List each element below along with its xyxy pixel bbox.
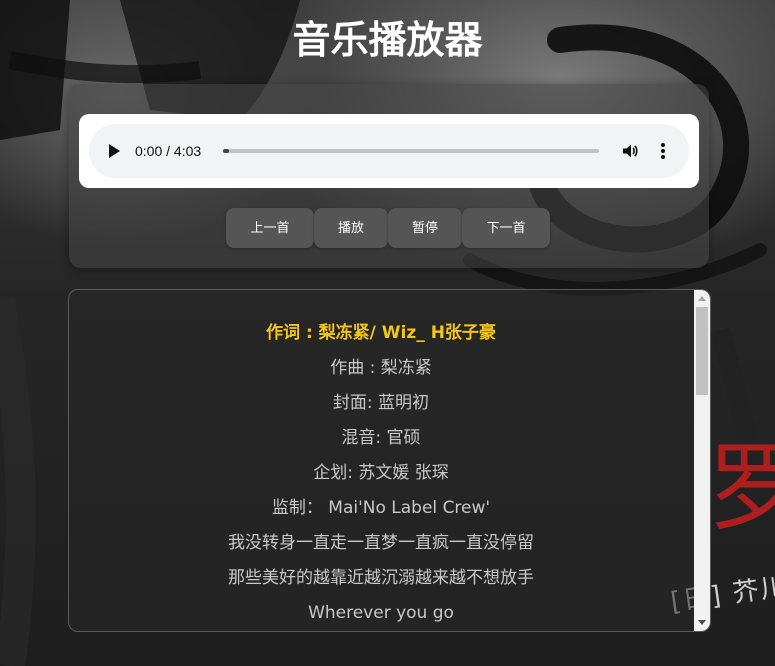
time-display: 0:00 / 4:03 (135, 143, 202, 159)
lyric-line[interactable]: 企划: 苏文媛 张琛 (69, 456, 693, 491)
play-button[interactable]: 播放 (314, 208, 388, 248)
scroll-up-icon[interactable] (698, 296, 706, 301)
lyrics-scrollbar[interactable] (694, 290, 710, 631)
lyric-line[interactable]: Wherever you go (69, 596, 693, 631)
lyric-line[interactable]: 那些美好的越靠近越沉溺越来越不想放手 (69, 561, 693, 596)
lyrics-panel[interactable]: 作词 : 梨冻紧/ Wiz_ H张子豪 作曲 : 梨冻紧 封面: 蓝明初 混音:… (68, 289, 711, 632)
previous-track-button[interactable]: 上一首 (226, 208, 314, 248)
scroll-down-icon[interactable] (698, 620, 706, 625)
pause-button[interactable]: 暂停 (388, 208, 462, 248)
lyric-line[interactable]: 我没转身一直走一直梦一直疯一直没停留 (69, 526, 693, 561)
lyric-line[interactable]: 监制： Mai'No Label Crew' (69, 491, 693, 526)
lyric-line[interactable]: 封面: 蓝明初 (69, 386, 693, 421)
page-title: 音乐播放器 (292, 18, 483, 62)
scrollbar-thumb[interactable] (696, 307, 708, 395)
playback-controls: 上一首 播放 暂停 下一首 (226, 208, 550, 248)
lyric-line[interactable]: 混音: 官硕 (69, 421, 693, 456)
volume-icon[interactable] (621, 142, 639, 160)
audio-controls-bar: 0:00 / 4:03 (89, 124, 689, 178)
progress-fill (223, 149, 229, 153)
progress-slider[interactable] (223, 149, 599, 153)
audio-player: 0:00 / 4:03 (79, 114, 699, 188)
background-red-glyph: 罗 (708, 432, 775, 544)
play-icon[interactable] (109, 144, 120, 158)
player-panel: 0:00 / 4:03 上一首 播放 暂停 下一首 (69, 84, 709, 268)
lyric-line[interactable]: 作词 : 梨冻紧/ Wiz_ H张子豪 (69, 316, 693, 351)
more-options-icon[interactable] (659, 142, 667, 160)
lyrics-list: 作词 : 梨冻紧/ Wiz_ H张子豪 作曲 : 梨冻紧 封面: 蓝明初 混音:… (69, 316, 693, 631)
lyric-line[interactable]: 作曲 : 梨冻紧 (69, 351, 693, 386)
next-track-button[interactable]: 下一首 (462, 208, 550, 248)
